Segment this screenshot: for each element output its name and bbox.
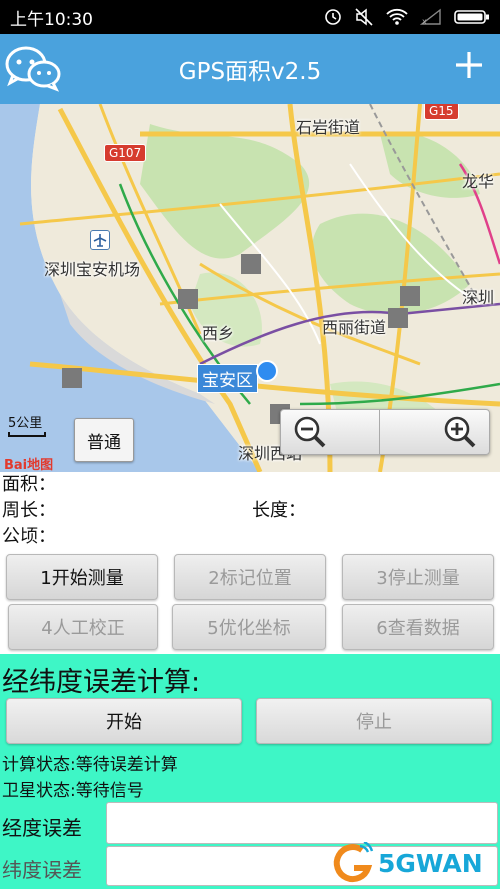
- svg-text:x: x: [422, 17, 427, 26]
- mark-position-button[interactable]: 2标记位置: [174, 554, 326, 600]
- length-label: 长度：: [252, 500, 306, 521]
- area-label: 面积：: [2, 474, 56, 495]
- hectare-label: 公顷：: [2, 526, 56, 547]
- start-measure-button[interactable]: 1开始测量: [6, 554, 158, 600]
- error-start-label: 开始: [106, 712, 142, 733]
- perimeter-label: 周长：: [2, 500, 56, 521]
- mark-position-label: 2标记位置: [208, 568, 292, 589]
- status-time: 上午10:30: [10, 9, 93, 30]
- error-start-button[interactable]: 开始: [6, 698, 242, 744]
- error-calc-heading: 经纬度误差计算:: [2, 667, 201, 698]
- map-marker: [241, 254, 261, 274]
- error-stop-button[interactable]: 停止: [256, 698, 492, 744]
- plus-icon[interactable]: [452, 48, 486, 86]
- zoom-out-button[interactable]: [281, 410, 379, 454]
- zoom-control: [280, 409, 490, 455]
- alarm-icon: [325, 9, 341, 25]
- signal-icon: x: [420, 8, 441, 26]
- map-label-longhua: 龙华: [462, 172, 495, 191]
- status-icons: x: [324, 8, 490, 26]
- map-label-shenzhen: 深圳: [462, 288, 495, 307]
- stop-measure-label: 3停止测量: [376, 568, 460, 589]
- area-row: 面积：: [0, 472, 500, 498]
- satellite-status: 卫星状态:等待信号: [2, 781, 144, 801]
- wifi-icon: [386, 8, 408, 25]
- map-marker: [62, 368, 82, 388]
- 5gwan-logo-icon: [333, 842, 374, 883]
- perimeter-row: 周长： 长度：: [0, 498, 500, 524]
- latitude-error-label: 纬度误差: [2, 858, 82, 882]
- optimize-coords-label: 5优化坐标: [207, 618, 291, 639]
- baidu-logo: Bai地图: [4, 454, 53, 472]
- baidu-logo-text: Bai地图: [4, 458, 54, 472]
- start-measure-label: 1开始测量: [40, 568, 124, 589]
- app-title: GPS面积v2.5: [178, 59, 322, 85]
- map-scale: 5公里: [8, 412, 46, 437]
- wechat-icon[interactable]: [4, 42, 62, 98]
- map-marker: [400, 286, 420, 306]
- current-location-icon: [256, 360, 278, 382]
- status-bar: 上午10:30 x: [0, 0, 500, 34]
- zoom-in-button[interactable]: [378, 410, 490, 454]
- battery-icon: [454, 10, 489, 24]
- map-label-baoan: 宝安区: [197, 364, 258, 393]
- mute-icon: [355, 8, 373, 26]
- measurement-info: 面积： 周长： 长度： 公顷：: [0, 472, 500, 550]
- error-stop-label: 停止: [356, 712, 392, 733]
- map-mode-label: 普通: [87, 432, 121, 453]
- scale-label: 5公里: [8, 416, 43, 431]
- map-label-xili: 西丽街道: [322, 318, 387, 337]
- map-label-xixiang: 西乡: [202, 324, 235, 343]
- hectare-row: 公顷：: [0, 524, 500, 550]
- scale-bar: [8, 432, 46, 437]
- stop-measure-button[interactable]: 3停止测量: [342, 554, 494, 600]
- zoom-out-icon: [294, 416, 326, 448]
- road-sign-g107: G107: [104, 144, 147, 162]
- view-data-label: 6查看数据: [376, 618, 460, 639]
- map-view[interactable]: G107 G15 石岩街道 龙华 深圳宝安机场 深圳 西乡 西丽街道 宝安区 深…: [0, 104, 500, 472]
- app-bar: GPS面积v2.5: [0, 34, 500, 104]
- watermark: 5GWAN: [332, 842, 483, 884]
- longitude-error-input[interactable]: [106, 802, 498, 844]
- view-data-button[interactable]: 6查看数据: [342, 604, 494, 650]
- road-sign-g15: G15: [424, 104, 459, 120]
- map-marker: [178, 289, 198, 309]
- map-mode-button[interactable]: 普通: [74, 418, 134, 462]
- optimize-coords-button[interactable]: 5优化坐标: [172, 604, 326, 650]
- map-marker: [388, 308, 408, 328]
- longitude-error-label: 经度误差: [2, 816, 82, 840]
- airport-icon: [90, 230, 110, 250]
- watermark-text: 5GWAN: [378, 848, 483, 878]
- map-label-shiyan: 石岩街道: [296, 118, 361, 137]
- manual-correction-label: 4人工校正: [41, 618, 125, 639]
- manual-correction-button[interactable]: 4人工校正: [8, 604, 158, 650]
- calc-status: 计算状态:等待误差计算: [2, 755, 178, 775]
- zoom-in-icon: [444, 416, 476, 448]
- map-label-airport: 深圳宝安机场: [44, 260, 141, 279]
